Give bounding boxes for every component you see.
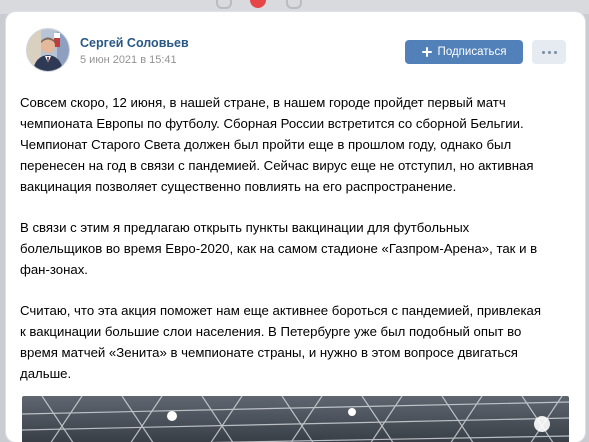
more-dots-icon [547, 50, 551, 54]
post-header: Сергей Соловьев 5 июн 2021 в 15:41 Подпи… [6, 12, 585, 82]
top-bar-icon[interactable] [286, 0, 302, 9]
post-text: Совсем скоро, 12 июня, в нашей стране, в… [20, 92, 572, 404]
more-options-button[interactable] [532, 40, 566, 64]
more-dots-icon [541, 50, 545, 54]
post-card: Сергей Соловьев 5 июн 2021 в 15:41 Подпи… [6, 12, 585, 442]
author-name[interactable]: Сергей Соловьев [80, 36, 189, 50]
subscribe-button-label: Подписаться [437, 46, 507, 58]
stadium-photo-image [22, 396, 569, 442]
avatar-image [27, 29, 69, 71]
subscribe-button[interactable]: Подписаться [405, 40, 523, 64]
more-dots-icon [553, 50, 557, 54]
post-paragraph: Совсем скоро, 12 июня, в нашей стране, в… [20, 95, 534, 194]
post-date[interactable]: 5 июн 2021 в 15:41 [80, 54, 177, 66]
post-paragraph: Считаю, что эта акция поможет нам еще ак… [20, 303, 541, 381]
plus-icon [421, 47, 432, 57]
top-bar-icon[interactable] [216, 0, 232, 9]
post-paragraph: В связи с этим я предлагаю открыть пункт… [20, 220, 538, 277]
post-photo[interactable] [22, 396, 569, 442]
notification-badge-icon[interactable] [250, 0, 266, 8]
author-avatar[interactable] [26, 28, 70, 72]
